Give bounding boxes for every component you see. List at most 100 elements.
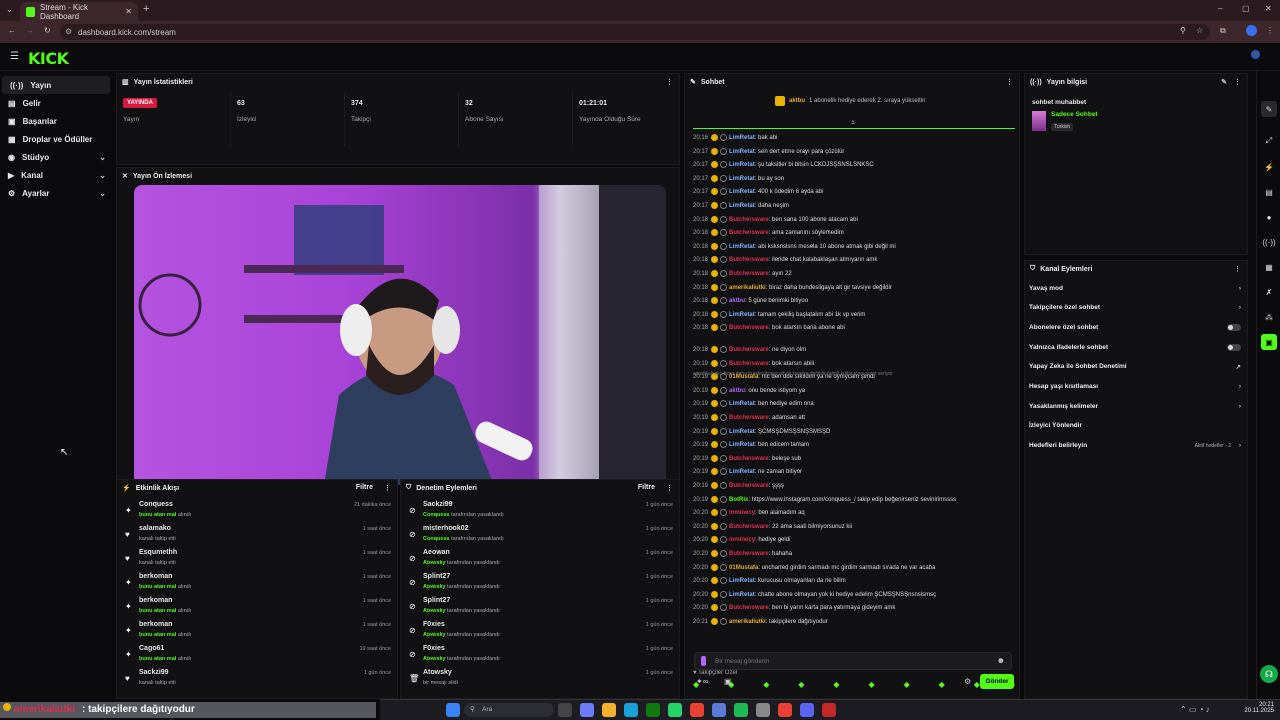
channel-action-row[interactable]: Yasaklanmış kelimeler › [1029,397,1245,415]
maximize-icon[interactable]: ▢ [1242,4,1250,13]
channel-action-row[interactable]: Yavaş mod › [1029,279,1245,297]
more-options-icon[interactable]: ⋮ [666,78,673,86]
extensions-icon[interactable]: ⧉ [1220,26,1226,36]
chat-message[interactable]: 20:19 Butchersware: adamsan att [693,414,1015,427]
message-username[interactable]: aktbu [729,388,745,394]
sidebar-item-ayarlar[interactable]: ⚙ Ayarlar ⌄ [0,184,112,202]
activity-item[interactable]: ♥ salamako kanalı takip etti 1 saat önce [117,524,399,548]
activity-item[interactable]: ✦ Conquess bunu atan mal alındı 21 dakika ö… [117,500,399,524]
stream-video-preview[interactable] [134,185,666,485]
sidebar-item-studyo[interactable]: ◉ Stüdyo ⌄ [0,148,112,166]
message-username[interactable]: Butchersware [729,605,769,611]
moderation-item[interactable]: ⊘ Splint27 Atowsky tarafından yasaklandı 1 … [401,572,681,596]
activity-item[interactable]: ♥ Esqumethh kanalı takip etti 1 saat önce [117,548,399,572]
message-username[interactable]: LimRetat [729,244,755,250]
discord-icon[interactable] [800,703,814,717]
message-username[interactable]: Butchersware [729,271,769,277]
emote-icon[interactable]: ◆ [939,680,945,692]
more-options-icon[interactable]: ⋮ [1234,265,1241,273]
forward-icon[interactable]: → [26,26,34,35]
chat-message-input[interactable] [715,655,985,667]
message-username[interactable]: LimRetat [729,429,755,435]
tray-icons[interactable]: ⌃ ▭ ◔ ♪ [1180,705,1210,714]
chat-message[interactable]: 20:17 LimRetat: şu taksitler bi bitsin LC… [693,161,1015,174]
chat-message[interactable]: 20:19 aktbu: onu bende istiyom ya [693,386,1015,400]
message-username[interactable]: LimRetat [729,442,755,448]
moderation-item[interactable]: ⊘ Splint27 Atowsky tarafından yasaklandı 1 … [401,596,681,620]
moderation-item[interactable]: ⊘ F0xies Atowsky tarafından yasaklandı 1 gü… [401,620,681,644]
close-tab-icon[interactable]: ✕ [125,7,132,16]
moderation-item[interactable]: ⊘ Aeowan Atowsky tarafından yasaklandı 1 gü… [401,548,681,572]
chat-bubble-icon[interactable]: ● [1261,209,1277,225]
taskbar-search[interactable]: ⚲ Ara [464,703,554,717]
browser-tab[interactable]: Stream - Kick Dashboard ✕ [20,2,138,21]
channel-action-row[interactable]: Hedefleri belirleyin › Aktif hedefler - 2 [1029,437,1245,455]
chat-message[interactable]: 20:20 LimRetat: chatte abone olmayan yok … [693,590,1015,604]
activity-username[interactable]: berkoman [139,573,172,580]
chat-message[interactable]: 20:20 01Mustafa: uncharted girdim sarmadı… [693,563,1015,577]
close-window-icon[interactable]: ✕ [1265,4,1272,13]
channel-action-row[interactable]: Yapay Zeka ile Sohbet Denetimi ↗ [1029,358,1245,376]
task-view-icon[interactable] [558,703,572,717]
message-username[interactable]: LimRetat [729,162,755,168]
moderation-item[interactable]: ⊘ F0xies Atowsky tarafından yasaklandı 1 gü… [401,644,681,668]
chat-input-box[interactable]: ☻ [694,652,1012,670]
sidebar-item-gelir[interactable]: ▤ Gelir [0,94,112,112]
chat-message[interactable]: 20:19 BotRix: https://www.instagram.com/c… [693,495,1015,509]
chat-message[interactable]: 20:17 LimRetat: sen dert etme orayı para … [693,147,1015,161]
filter-button[interactable]: Filtre [638,484,655,491]
moderation-target[interactable]: Sackzi99 [423,501,453,508]
url-field[interactable]: ⚙ dashboard.kick.com/stream [60,24,1210,40]
document-icon[interactable]: ▤ [1261,184,1277,200]
site-info-icon[interactable]: ⚙ [65,27,72,36]
emote-icon[interactable]: ◆ [904,680,910,692]
message-username[interactable]: BotRix [729,497,748,503]
add-widget-icon[interactable]: ▣ [1261,334,1277,350]
app-icon[interactable] [822,703,836,717]
chat-message[interactable]: 20:18 LimRetat: abi ksksnslsns mesela 10 … [693,242,1015,256]
more-options-icon[interactable]: ⋮ [1006,78,1013,86]
emote-icon[interactable]: ◆ [763,680,769,692]
chat-message[interactable]: 20:17 LimRetat: daha neşim [693,202,1015,215]
chat-message[interactable]: 20:20 Butchersware: 22 ama saati bilmiyor… [693,522,1015,536]
edit-icon[interactable]: ✎ [1221,78,1227,86]
message-username[interactable]: Butchersware [729,524,769,530]
channel-action-row[interactable]: Hesap yaşı kısıtlaması › [1029,378,1245,396]
emote-icon[interactable]: ◆ [833,680,839,692]
chat-message[interactable]: 20:19 LimRetat: ben hediye edim ona [693,400,1015,413]
chat-message[interactable]: 20:19 LimRetat: ben edicem tamam [693,441,1015,454]
chat-message[interactable]: 20:16 LimRetat: bak abi [693,134,1015,147]
expand-icon[interactable]: ⤢ [1261,133,1277,149]
emote-icon[interactable]: ◆ [974,680,980,692]
chat-message[interactable]: 20:20 LimRetat: kurucusu olmayanları da n… [693,577,1015,590]
activity-item[interactable]: ✦ berkoman bunu atan mal alındı 1 saat önce [117,572,399,596]
message-username[interactable]: aktbu [729,298,745,304]
message-username[interactable]: Butchersware [729,415,769,421]
activity-item[interactable]: ✦ berkoman bunu atan mal alındı 1 saat önce [117,620,399,644]
more-options-icon[interactable]: ⋮ [666,484,673,492]
broadcast-icon[interactable]: ((·)) [1261,234,1277,250]
loyalty-points-icon[interactable]: ✦∞ [696,677,708,686]
chat-message[interactable]: 20:21 amerikaliutki: takipçilere dağıtıyo… [693,618,1015,631]
chat-message[interactable]: 20:18 Butchersware: ayın 22 [693,270,1015,283]
browser-menu-icon[interactable]: ⋮ [1266,26,1274,35]
chat-message[interactable]: 20:18 Butchersware: ileride chat kalabakl… [693,256,1015,269]
message-username[interactable]: LimRetat [729,203,755,209]
more-options-icon[interactable]: ⋮ [384,484,391,492]
user-avatar[interactable] [1251,50,1260,59]
channel-action-row[interactable]: Yalnızca ifadelerle sohbet [1029,338,1245,356]
reload-icon[interactable]: ↻ [44,26,51,35]
message-username[interactable]: amerikaliutki [729,285,766,291]
support-icon[interactable]: ☊ [1260,665,1278,683]
message-username[interactable]: LimRetat [729,189,755,195]
chat-message[interactable]: 20:18 LimRetat: tamam çekiliş başlatalım … [693,310,1015,324]
message-username[interactable]: LimRetat [729,176,755,182]
profile-avatar[interactable] [1246,25,1257,36]
message-username[interactable]: LimRetat [729,401,755,407]
clock[interactable]: 20:21 20.11.2025 [1238,702,1274,714]
moderation-target[interactable]: Atowsky [423,669,452,676]
message-username[interactable]: Butchersware [729,230,769,236]
edge-icon[interactable] [624,703,638,717]
toggle-switch[interactable] [1227,343,1241,351]
windows-start-icon[interactable] [446,703,460,717]
